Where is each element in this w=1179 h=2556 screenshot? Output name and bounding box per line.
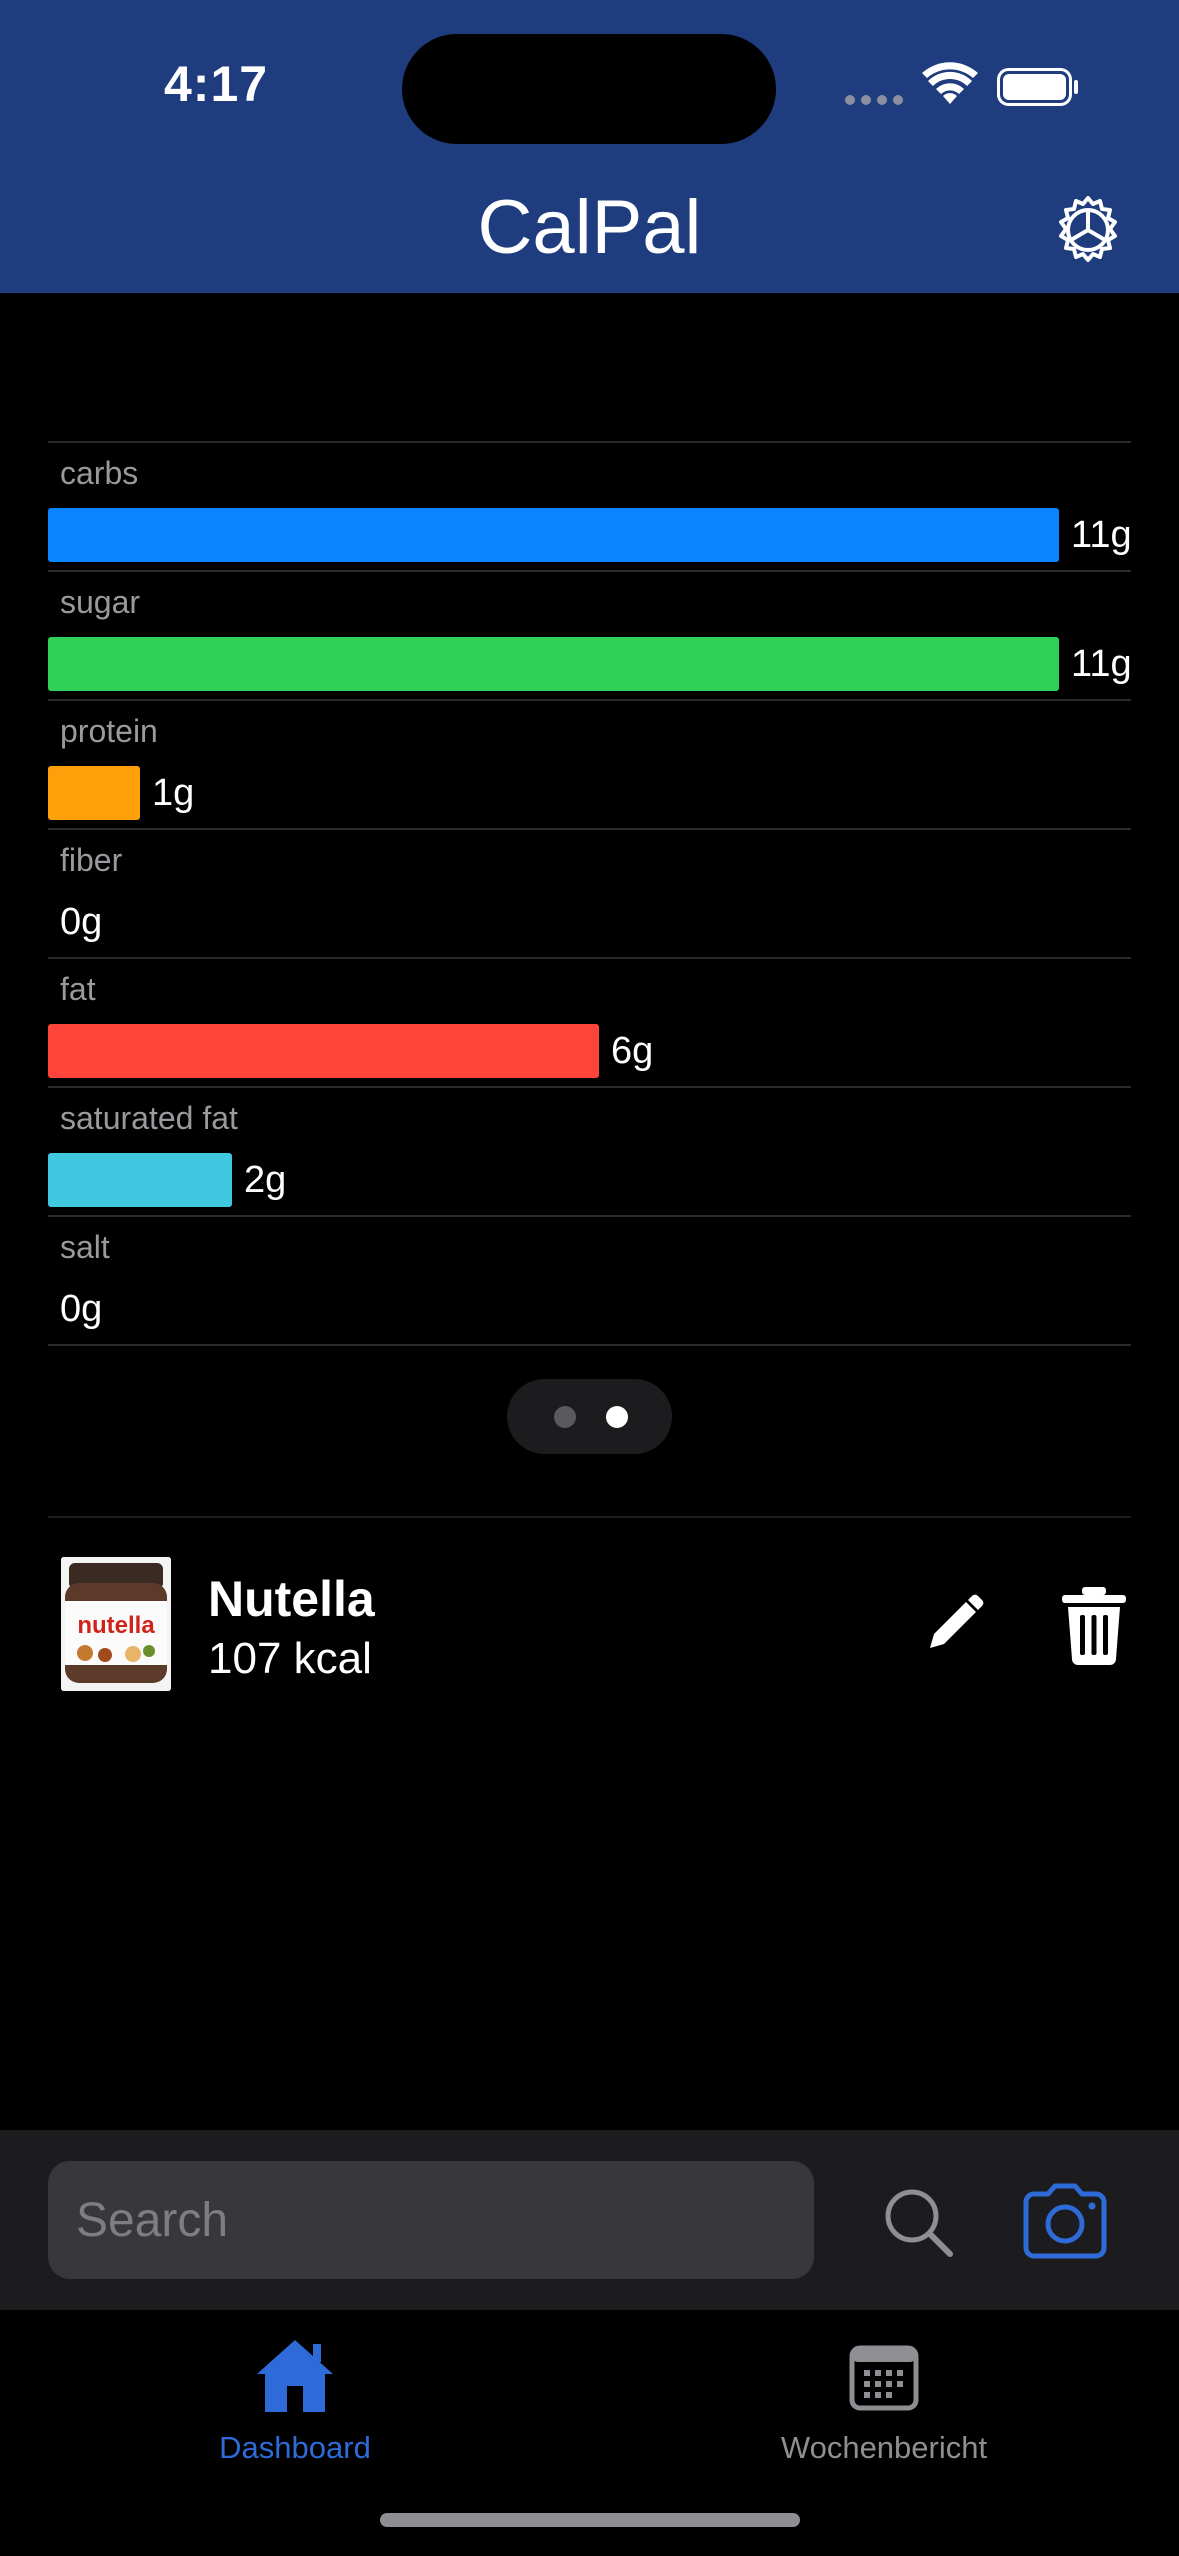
divider [48, 1516, 1131, 1518]
nutrient-label: fiber [60, 842, 123, 878]
battery-icon [997, 68, 1078, 106]
food-thumb-label: nutella [77, 1612, 155, 1639]
nutrient-value: 11g [1071, 643, 1132, 685]
nutrient-value: 0g [60, 901, 103, 943]
dynamic-island [402, 34, 776, 144]
tab-dashboard[interactable]: Dashboard [145, 2330, 445, 2470]
nutrient-bar [48, 637, 1059, 691]
nutrient-label: sugar [60, 584, 141, 620]
home-indicator [380, 2513, 800, 2527]
food-calories: 107 kcal [208, 1634, 372, 1683]
nutrient-bar [48, 1153, 232, 1207]
trash-icon[interactable] [1058, 1585, 1130, 1665]
nutrient-bar [48, 766, 140, 820]
nutrient-label: carbs [60, 455, 139, 491]
chart-divider [48, 1344, 1131, 1346]
nutrient-value: 1g [152, 772, 195, 814]
status-time: 4:17 [164, 56, 269, 112]
nutrient-row: carbs 11g [48, 443, 1132, 572]
page-indicator[interactable] [507, 1379, 672, 1454]
header: 4:17 CalPal [0, 0, 1179, 293]
nutrient-row: fiber 0g [48, 830, 1131, 959]
magnifier-icon[interactable] [862, 2166, 972, 2276]
nutrient-row: saturated fat 2g [48, 1088, 1131, 1217]
nutrient-label: protein [60, 713, 158, 749]
home-icon [257, 2340, 333, 2412]
food-name: Nutella [208, 1571, 375, 1627]
nutrient-row: fat 6g [48, 959, 1131, 1088]
nutrient-bar [48, 508, 1059, 562]
tab-wochenbericht-label: Wochenbericht [780, 2430, 988, 2465]
nutrient-row: protein 1g [48, 701, 1131, 830]
nutrient-row: sugar 11g [48, 572, 1132, 701]
nutrient-value: 2g [244, 1159, 287, 1201]
search-input[interactable] [48, 2161, 814, 2279]
nutrient-label: salt [60, 1229, 110, 1265]
pencil-icon[interactable] [918, 1590, 988, 1660]
nutrient-bar [48, 1024, 599, 1078]
search-panel [0, 2130, 1179, 2310]
app-title: CalPal [477, 185, 702, 270]
page-dot-1[interactable] [554, 1406, 576, 1428]
nutrient-row: salt 0g [48, 1217, 1131, 1346]
food-thumbnail: nutella [61, 1557, 171, 1691]
gear-icon[interactable] [1050, 192, 1126, 268]
cellular-signal-icon [845, 95, 905, 105]
calendar-icon [849, 2345, 919, 2411]
wifi-icon [922, 62, 978, 104]
camera-icon[interactable] [1010, 2166, 1120, 2276]
tab-wochenbericht[interactable]: Wochenbericht [734, 2330, 1034, 2470]
nutrient-label: saturated fat [60, 1100, 238, 1136]
tab-dashboard-label: Dashboard [219, 2430, 371, 2465]
nutrient-value: 6g [611, 1030, 654, 1072]
page-dot-2[interactable] [606, 1406, 628, 1428]
nutrient-value: 0g [60, 1288, 103, 1330]
nutrient-label: fat [60, 971, 96, 1007]
nutrient-value: 11g [1071, 514, 1132, 556]
